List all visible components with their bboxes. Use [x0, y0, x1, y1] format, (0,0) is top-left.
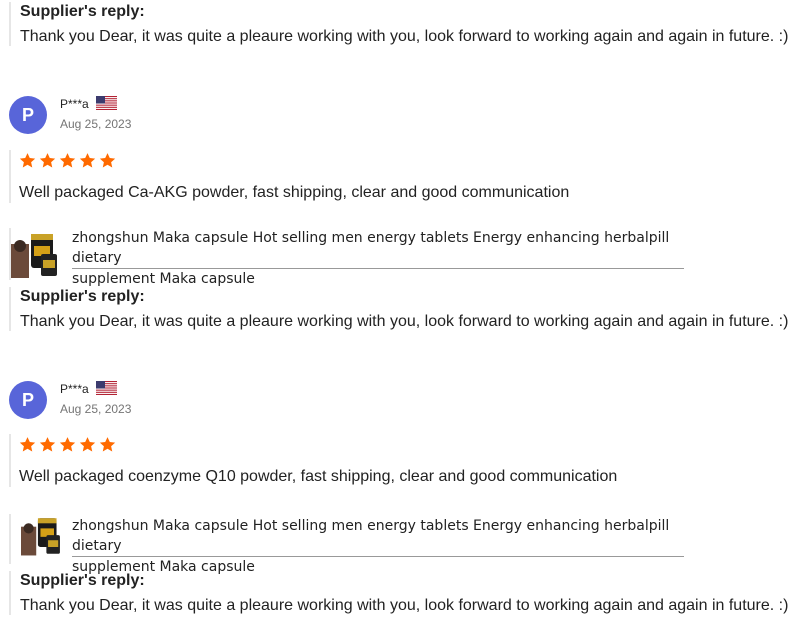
review-date: Aug 25, 2023	[60, 402, 132, 416]
review-body: Well packaged Ca-AKG powder, fast shippi…	[9, 150, 789, 203]
star-rating	[19, 434, 789, 454]
supplier-reply-title: Supplier's reply:	[20, 288, 145, 305]
supplier-reply-text: Thank you Dear, it was quite a pleaure w…	[20, 313, 789, 330]
supplier-reply-text: Thank you Dear, it was quite a pleaure w…	[20, 597, 789, 614]
star-icon	[19, 152, 36, 168]
star-icon	[39, 436, 56, 452]
avatar: P	[9, 96, 47, 134]
product-thumbnail[interactable]	[11, 230, 63, 280]
supplier-reply: Supplier's reply: Thank you Dear, it was…	[9, 287, 790, 331]
reviewer-name: P***a	[60, 382, 89, 396]
star-icon	[39, 152, 56, 168]
star-icon	[79, 152, 96, 168]
supplier-reply: Supplier's reply: Thank you Dear, it was…	[9, 2, 790, 46]
star-icon	[19, 436, 36, 452]
star-icon	[99, 436, 116, 452]
supplier-reply: Supplier's reply: Thank you Dear, it was…	[9, 571, 790, 615]
product-title-line1[interactable]: zhongshun Maka capsule Hot selling men e…	[72, 516, 684, 557]
reviewer-name: P***a	[60, 97, 89, 111]
product-link-row[interactable]: zhongshun Maka capsule Hot selling men e…	[9, 514, 781, 575]
product-title-link[interactable]: zhongshun Maka capsule Hot selling men e…	[72, 228, 702, 289]
product-title-line1[interactable]: zhongshun Maka capsule Hot selling men e…	[72, 228, 684, 269]
avatar: P	[9, 381, 47, 419]
review-text: Well packaged coenzyme Q10 powder, fast …	[19, 468, 618, 485]
product-title-line2[interactable]: supplement Maka capsule	[72, 271, 255, 287]
star-rating	[19, 150, 789, 170]
supplier-reply-text: Thank you Dear, it was quite a pleaure w…	[20, 28, 789, 45]
review-body: Well packaged coenzyme Q10 powder, fast …	[9, 434, 789, 487]
supplier-reply-title: Supplier's reply:	[20, 572, 145, 589]
star-icon	[59, 436, 76, 452]
us-flag-icon	[96, 381, 117, 395]
review-header: P P***a Aug 25, 2023	[9, 96, 309, 136]
star-icon	[59, 152, 76, 168]
supplier-reply-title: Supplier's reply:	[20, 3, 145, 20]
review-text: Well packaged Ca-AKG powder, fast shippi…	[19, 184, 570, 201]
product-thumbnail[interactable]	[21, 514, 65, 558]
product-link-row[interactable]: zhongshun Maka capsule Hot selling men e…	[9, 228, 781, 287]
star-icon	[79, 436, 96, 452]
star-icon	[99, 152, 116, 168]
review-date: Aug 25, 2023	[60, 117, 132, 131]
product-title-link[interactable]: zhongshun Maka capsule Hot selling men e…	[72, 516, 702, 577]
us-flag-icon	[96, 96, 117, 110]
review-header: P P***a Aug 25, 2023	[9, 381, 309, 421]
